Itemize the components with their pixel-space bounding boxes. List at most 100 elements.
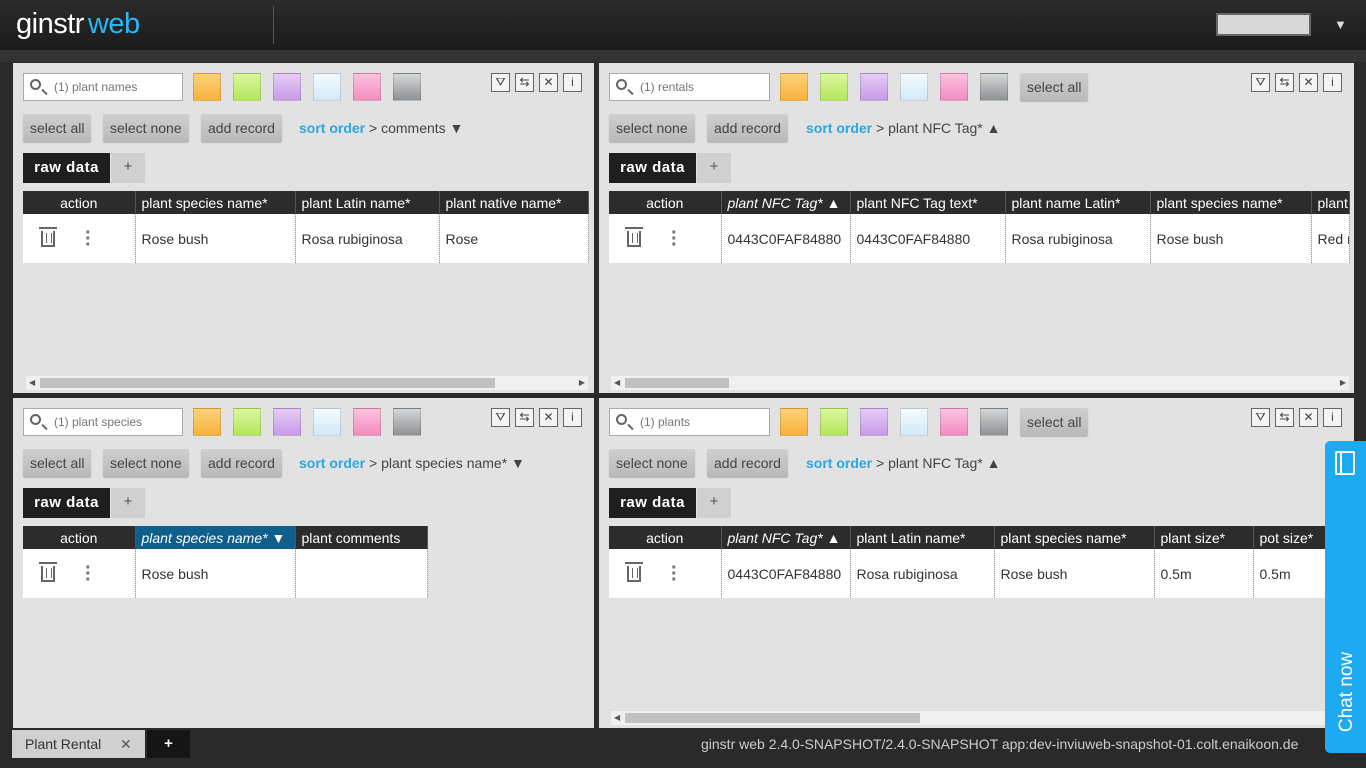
add-record-button[interactable]: add record [707,114,788,142]
trash-icon[interactable] [39,561,57,582]
select-all-button[interactable]: select all [23,114,92,142]
sort-order-label[interactable]: sort order [806,455,872,471]
clear-icon[interactable]: ✕ [1299,73,1318,92]
table-row[interactable]: · · · 0443C0FAF84880 Rosa rubiginosa Rose … [609,549,1350,598]
scrollbar-thumb[interactable] [625,378,729,388]
table-cell[interactable]: 0443C0FAF84880 [850,214,1006,263]
select-none-button[interactable]: select none [609,114,695,142]
add-view-tab[interactable]: + [111,488,145,518]
clear-icon[interactable]: ✕ [539,73,558,92]
table-cell[interactable]: Rosa rubiginosa [1005,214,1151,263]
scroll-left-icon[interactable]: ◀ [614,711,620,725]
table-cell[interactable]: Red r [1311,214,1350,263]
add-tab-button[interactable]: + [147,730,190,758]
column-header[interactable]: action [609,191,722,214]
table-cell[interactable]: Rosa rubiginosa [850,549,995,598]
column-header[interactable]: plant native name* [439,191,589,214]
add-view-tab[interactable]: + [697,153,731,183]
sort-direction[interactable]: ▲ [987,455,1001,471]
column-header-sorted[interactable]: plant NFC Tag* ▲ [721,191,851,214]
table-row[interactable]: · · · 0443C0FAF84880 0443C0FAF84880 Rosa r… [609,214,1350,263]
table-row[interactable]: · · · Rose bush Rosa rubiginosa Rose [23,214,589,263]
sort-order[interactable]: sort order > plant species name* ▼ [299,455,525,471]
horizontal-scrollbar[interactable]: ◀ ▶ [611,376,1349,390]
column-header[interactable]: plant comments [295,526,428,549]
table-cell[interactable]: 0443C0FAF84880 [721,214,851,263]
color-filter-green[interactable] [233,408,261,436]
search-box[interactable] [23,408,183,436]
color-filter-orange[interactable] [193,408,221,436]
tab-raw-data[interactable]: raw data [23,153,110,183]
horizontal-scrollbar[interactable]: ◀ ▶ [26,376,588,390]
color-filter-green[interactable] [820,408,848,436]
search-box[interactable] [23,73,183,101]
color-filter-purple[interactable] [273,73,301,101]
table-cell[interactable]: 0.5m [1154,549,1254,598]
sort-order-label[interactable]: sort order [299,120,365,136]
color-filter-purple[interactable] [860,73,888,101]
sort-order[interactable]: sort order > comments ▼ [299,120,463,136]
search-input[interactable] [640,413,760,431]
select-none-button[interactable]: select none [609,449,695,477]
filter-icon[interactable]: ⛛ [1251,408,1270,427]
column-header[interactable]: plant size* [1154,526,1254,549]
filter-icon[interactable]: ⛛ [491,408,510,427]
more-vertical-icon[interactable]: · · · [85,223,92,255]
column-header[interactable]: action [23,191,136,214]
column-header[interactable]: plant species name* [994,526,1155,549]
column-header[interactable]: plant species name* [135,191,296,214]
select-all-button[interactable]: select all [1020,408,1089,436]
trash-icon[interactable] [625,561,643,582]
scroll-right-icon[interactable]: ▶ [1340,376,1346,390]
color-filter-lightblue[interactable] [313,408,341,436]
trash-icon[interactable] [39,226,57,247]
info-icon[interactable]: i [1323,408,1342,427]
color-filter-orange[interactable] [780,73,808,101]
search-box[interactable] [609,408,770,436]
add-view-tab[interactable]: + [697,488,731,518]
add-record-button[interactable]: add record [707,449,788,477]
trash-icon[interactable] [625,226,643,247]
color-filter-lightblue[interactable] [313,73,341,101]
table-cell[interactable]: Rose [439,214,589,263]
select-none-button[interactable]: select none [103,449,189,477]
clear-icon[interactable]: ✕ [539,408,558,427]
scroll-right-icon[interactable]: ▶ [579,376,585,390]
add-record-button[interactable]: add record [201,114,282,142]
swap-icon[interactable]: ⇆ [1275,408,1294,427]
tab-raw-data[interactable]: raw data [23,488,110,518]
color-filter-pink[interactable] [940,73,968,101]
sort-direction[interactable]: ▼ [450,120,464,136]
swap-icon[interactable]: ⇆ [515,73,534,92]
swap-icon[interactable]: ⇆ [515,408,534,427]
tab-raw-data[interactable]: raw data [609,153,696,183]
info-icon[interactable]: i [563,73,582,92]
more-vertical-icon[interactable]: · · · [671,558,678,590]
table-cell[interactable]: Rose bush [135,549,296,598]
color-filter-pink[interactable] [353,408,381,436]
table-cell[interactable] [295,549,428,598]
search-box[interactable] [609,73,770,101]
color-filter-orange[interactable] [780,408,808,436]
column-header-sorted[interactable]: plant NFC Tag* ▲ [721,526,851,549]
color-filter-orange[interactable] [193,73,221,101]
close-icon[interactable]: ✕ [120,730,132,758]
info-icon[interactable]: i [1323,73,1342,92]
search-input[interactable] [640,78,760,96]
select-all-button[interactable]: select all [23,449,92,477]
table-row[interactable]: · · · Rose bush [23,549,428,598]
horizontal-scrollbar[interactable]: ◀ [611,711,1349,725]
table-cell[interactable]: Rosa rubiginosa [295,214,440,263]
clear-icon[interactable]: ✕ [1299,408,1318,427]
sort-order-label[interactable]: sort order [806,120,872,136]
search-input[interactable] [54,413,174,431]
column-header[interactable]: action [23,526,136,549]
color-filter-pink[interactable] [940,408,968,436]
filter-icon[interactable]: ⛛ [491,73,510,92]
search-input[interactable] [54,78,174,96]
table-cell[interactable]: Rose bush [135,214,296,263]
sort-direction[interactable]: ▼ [511,455,525,471]
table-cell[interactable]: Rose bush [1150,214,1312,263]
add-record-button[interactable]: add record [201,449,282,477]
color-filter-green[interactable] [233,73,261,101]
